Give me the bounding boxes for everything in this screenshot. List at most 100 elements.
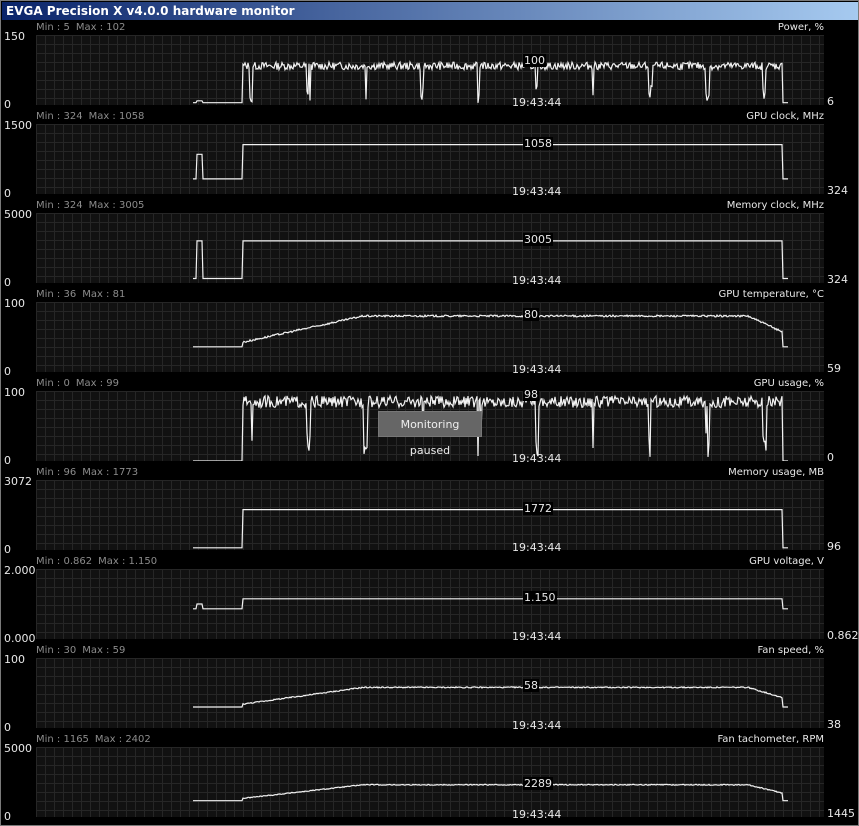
min-max-label: Min : 0.862 Max : 1.150 xyxy=(36,556,163,567)
graph-panel[interactable]: Min : 30 Max : 59 Fan speed, % 100 0 58 19:43:… xyxy=(2,644,858,734)
axis-top-label: 2.000 xyxy=(4,564,36,577)
graph-name: Fan speed, % xyxy=(757,645,824,656)
current-value: 0 xyxy=(827,451,834,464)
current-value: 324 xyxy=(827,273,848,286)
graph-plot[interactable] xyxy=(36,302,824,372)
current-value: 0.862 xyxy=(827,629,859,642)
axis-top-label: 5000 xyxy=(4,208,32,221)
graph-plot[interactable] xyxy=(36,569,824,639)
graph-plot[interactable] xyxy=(36,480,824,550)
min-max-label: Min : 36 Max : 81 xyxy=(36,289,131,300)
graph-panel[interactable]: Min : 5 Max : 102 Power, % 150 0 100 19:43:44 6 xyxy=(2,21,858,111)
min-value: Min : 0.862 xyxy=(36,556,93,567)
graph-plot[interactable] xyxy=(36,658,824,728)
graph-background xyxy=(36,658,824,728)
max-value: Max : 99 xyxy=(75,378,119,389)
timestamp: 19:43:44 xyxy=(512,363,562,376)
axis-top-label: 100 xyxy=(4,386,25,399)
timestamp: 19:43:44 xyxy=(512,185,562,198)
max-value: Max : 1.150 xyxy=(98,556,158,567)
peak-value: 58 xyxy=(523,679,539,693)
title-bar[interactable]: EVGA Precision X v4.0.0 hardware monitor xyxy=(2,2,858,20)
graph-name: Memory clock, MHz xyxy=(726,200,824,211)
axis-top-label: 100 xyxy=(4,653,25,666)
max-value: Max : 1773 xyxy=(82,467,139,478)
max-value: Max : 81 xyxy=(82,289,126,300)
graph-name: GPU temperature, °C xyxy=(718,289,824,300)
axis-bottom-label: 0 xyxy=(4,810,11,823)
peak-value: 3005 xyxy=(523,232,553,246)
graph-name: GPU usage, % xyxy=(753,378,824,389)
graph-name: Fan tachometer, RPM xyxy=(717,734,824,745)
current-value: 1445 xyxy=(827,807,855,820)
peak-value: 1058 xyxy=(523,136,553,150)
current-value: 96 xyxy=(827,540,841,553)
timestamp: 19:43:44 xyxy=(512,274,562,287)
graph-panel[interactable]: Min : 1165 Max : 2402 Fan tachometer, RPM 5… xyxy=(2,733,858,823)
axis-top-label: 1500 xyxy=(4,119,32,132)
graph-panel[interactable]: Min : 96 Max : 1773 Memory usage, MB 3072 0 1… xyxy=(2,466,858,556)
max-value: Max : 1058 xyxy=(88,111,145,122)
min-max-label: Min : 1165 Max : 2402 xyxy=(36,734,157,745)
peak-value: 1.150 xyxy=(523,590,557,604)
peak-value: 2289 xyxy=(523,776,553,790)
window-title: EVGA Precision X v4.0.0 hardware monitor xyxy=(6,4,295,18)
min-value: Min : 0 xyxy=(36,378,70,389)
min-value: Min : 30 xyxy=(36,645,77,656)
peak-value: 100 xyxy=(523,54,546,68)
peak-value: 98 xyxy=(523,387,539,401)
graph-name: GPU voltage, V xyxy=(749,556,824,567)
timestamp: 19:43:44 xyxy=(512,452,562,465)
graph-background xyxy=(36,569,824,639)
graph-background xyxy=(36,213,824,283)
min-max-label: Min : 0 Max : 99 xyxy=(36,378,125,389)
max-value: Max : 102 xyxy=(75,22,126,33)
monitoring-paused-tooltip: Monitoring paused xyxy=(378,411,482,457)
max-value: Max : 59 xyxy=(82,645,126,656)
graph-background xyxy=(36,747,824,817)
hardware-monitor-window: EVGA Precision X v4.0.0 hardware monitor… xyxy=(0,0,859,826)
min-value: Min : 324 xyxy=(36,200,83,211)
graph-name: Memory usage, MB xyxy=(728,467,824,478)
timestamp: 19:43:44 xyxy=(512,541,562,554)
graph-panel[interactable]: Min : 324 Max : 3005 Memory clock, MHz 5000… xyxy=(2,199,858,289)
graph-plot[interactable] xyxy=(36,35,824,105)
timestamp: 19:43:44 xyxy=(512,630,562,643)
graph-name: Power, % xyxy=(777,22,824,33)
graph-name: GPU clock, MHz xyxy=(746,111,824,122)
timestamp: 19:43:44 xyxy=(512,719,562,732)
min-max-label: Min : 30 Max : 59 xyxy=(36,645,131,656)
min-value: Min : 96 xyxy=(36,467,77,478)
timestamp: 19:43:44 xyxy=(512,96,562,109)
graph-background xyxy=(36,302,824,372)
axis-top-label: 150 xyxy=(4,30,25,43)
min-max-label: Min : 96 Max : 1773 xyxy=(36,467,144,478)
axis-top-label: 5000 xyxy=(4,742,32,755)
peak-value: 1772 xyxy=(523,501,553,515)
min-max-label: Min : 324 Max : 1058 xyxy=(36,111,150,122)
graph-background xyxy=(36,124,824,194)
graph-plot[interactable] xyxy=(36,124,824,194)
current-value: 324 xyxy=(827,184,848,197)
max-value: Max : 2402 xyxy=(94,734,151,745)
max-value: Max : 3005 xyxy=(88,200,145,211)
current-value: 59 xyxy=(827,362,841,375)
min-max-label: Min : 324 Max : 3005 xyxy=(36,200,150,211)
min-value: Min : 5 xyxy=(36,22,70,33)
timestamp: 19:43:44 xyxy=(512,808,562,821)
graph-background xyxy=(36,480,824,550)
graph-plot[interactable] xyxy=(36,747,824,817)
min-value: Min : 36 xyxy=(36,289,77,300)
graph-panel[interactable]: Min : 324 Max : 1058 GPU clock, MHz 1500 0 10… xyxy=(2,110,858,200)
axis-top-label: 100 xyxy=(4,297,25,310)
graph-plot[interactable] xyxy=(36,213,824,283)
current-value: 6 xyxy=(827,95,834,108)
graph-panel[interactable]: Min : 0.862 Max : 1.150 GPU voltage, V 2.00… xyxy=(2,555,859,645)
min-value: Min : 324 xyxy=(36,111,83,122)
graph-panel[interactable]: Min : 36 Max : 81 GPU temperature, °C 100 0 8… xyxy=(2,288,858,378)
min-value: Min : 1165 xyxy=(36,734,89,745)
current-value: 38 xyxy=(827,718,841,731)
min-max-label: Min : 5 Max : 102 xyxy=(36,22,131,33)
axis-top-label: 3072 xyxy=(4,475,32,488)
peak-value: 80 xyxy=(523,308,539,321)
